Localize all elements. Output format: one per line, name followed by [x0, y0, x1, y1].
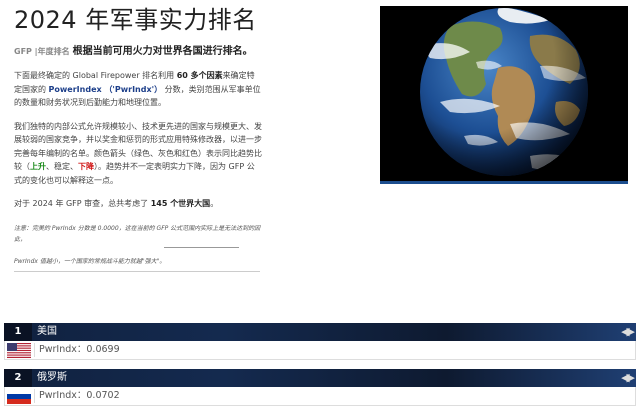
pwrindx-value: PwrIndx：0.0702: [39, 390, 120, 401]
separator: [34, 389, 35, 403]
text-span: 。: [210, 199, 219, 208]
intro-section: 2024 年军事实力排名 GFP |年度排名 根据当前可用火力对世界各国进行排名…: [14, 4, 262, 272]
ru-flag: [7, 389, 31, 404]
rank-number: 1: [4, 323, 32, 341]
intro-paragraph-1: 下面最终确定的 Global Firepower 排名利用 60 多个因素来确定…: [14, 69, 262, 110]
ranking-header: 1 美国 ◀▶: [4, 323, 636, 341]
page-title: 2024 年军事实力排名: [14, 6, 257, 34]
text-span: 下面最终确定的 Global Firepower 排名利用: [14, 71, 177, 80]
page-subtitle: GFP |年度排名 根据当前可用火力对世界各国进行排名。: [14, 45, 262, 59]
note-text-2: PwrIndx 值越小，一个国家的常规战斗能力就越"强大"。: [14, 257, 166, 265]
left-right-arrows-icon: ◀▶: [621, 325, 635, 338]
text-span: 、稳定、: [46, 162, 78, 171]
text-bold: 145 个世界大国: [150, 199, 211, 208]
rank-number: 2: [4, 369, 32, 387]
powerindex-link[interactable]: PowerIndex （'PwrIndx'）: [49, 85, 163, 94]
ranking-row-1[interactable]: 1 美国 ◀▶ PwrIndx：0.0699: [4, 323, 636, 361]
us-flag: [7, 343, 31, 358]
note-block: 注意：完美的 PwrIndx 分数是 0.0000，这在当前的 GFP 公式范围…: [14, 223, 262, 267]
trend-down-text: 下降: [78, 162, 94, 171]
section-divider: [14, 270, 260, 272]
separator: [34, 343, 35, 357]
intro-paragraph-3: 对于 2024 年 GFP 审查，总共考虑了 145 个世界大国。: [14, 197, 262, 211]
country-name[interactable]: 俄罗斯: [37, 369, 67, 387]
text-bold: 60 多个因素: [176, 71, 223, 80]
ranking-body: PwrIndx：0.0699: [4, 341, 636, 360]
text-span: 对于 2024 年 GFP 审查，总共考虑了: [14, 199, 151, 208]
note-text-1: 注意：完美的 PwrIndx 分数是 0.0000，这在当前的 GFP 公式范围…: [14, 224, 261, 243]
trend-up-text: 上升: [30, 162, 46, 171]
earth-globe-image: [380, 6, 628, 184]
pwrindx-value: PwrIndx：0.0699: [39, 344, 120, 355]
country-name[interactable]: 美国: [37, 323, 57, 341]
subtitle-tag: GFP |年度排名: [14, 47, 70, 56]
ranking-row-2[interactable]: 2 俄罗斯 ◀▶ PwrIndx：0.0702: [4, 369, 636, 407]
note-underline: [164, 246, 239, 248]
left-right-arrows-icon: ◀▶: [621, 371, 635, 384]
intro-paragraph-2: 我们独特的内部公式允许规模较小、技术更先进的国家与规模更大、发展较弱的国家竞争，…: [14, 120, 262, 188]
subtitle-lead: 根据当前可用火力对世界各国进行排名。: [72, 46, 253, 57]
ranking-header: 2 俄罗斯 ◀▶: [4, 369, 636, 387]
ranking-body: PwrIndx：0.0702: [4, 387, 636, 406]
